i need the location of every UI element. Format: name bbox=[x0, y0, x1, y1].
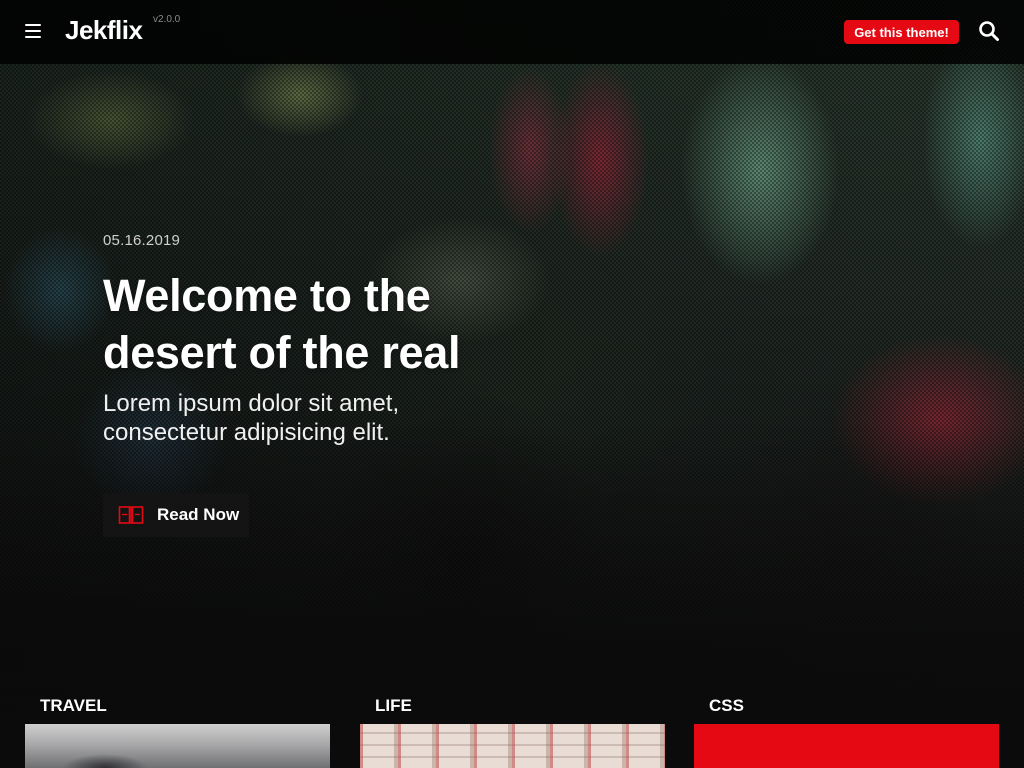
hero-subtitle-line: Lorem ipsum dolor sit amet, bbox=[103, 390, 400, 417]
category-title-css[interactable]: CSS bbox=[709, 696, 744, 716]
get-theme-button[interactable]: Get this theme! bbox=[844, 20, 959, 44]
hero-title-line: desert of the real bbox=[103, 327, 461, 378]
book-open-icon bbox=[118, 505, 144, 525]
hamburger-menu-icon[interactable] bbox=[25, 22, 45, 40]
category-title-life[interactable]: LIFE bbox=[375, 696, 412, 716]
menu-line bbox=[25, 36, 41, 38]
hero-title-line: Welcome to the bbox=[103, 270, 431, 321]
read-now-button[interactable]: Read Now bbox=[103, 493, 249, 537]
hero-title[interactable]: Welcome to the desert of the real bbox=[103, 267, 573, 381]
post-card-css-thumbnail[interactable] bbox=[694, 724, 999, 768]
hero-content: 05.16.2019 Welcome to the desert of the … bbox=[103, 232, 573, 447]
hero-subtitle: Lorem ipsum dolor sit amet, consectetur … bbox=[103, 389, 463, 447]
post-card-life-thumbnail[interactable] bbox=[360, 724, 665, 768]
read-now-label: Read Now bbox=[157, 505, 240, 524]
menu-line bbox=[25, 30, 41, 32]
top-navbar: Jekflix v2.0.0 Get this theme! bbox=[0, 0, 1024, 64]
site-logo[interactable]: Jekflix bbox=[65, 15, 143, 46]
post-card-travel-thumbnail[interactable] bbox=[25, 724, 330, 768]
version-badge: v2.0.0 bbox=[153, 14, 181, 25]
post-date: 05.16.2019 bbox=[103, 232, 181, 249]
category-title-travel[interactable]: TRAVEL bbox=[40, 696, 107, 716]
menu-line bbox=[25, 24, 41, 26]
hero-subtitle-line: consectetur adipisicing elit. bbox=[103, 419, 390, 446]
search-icon[interactable] bbox=[978, 20, 1000, 42]
